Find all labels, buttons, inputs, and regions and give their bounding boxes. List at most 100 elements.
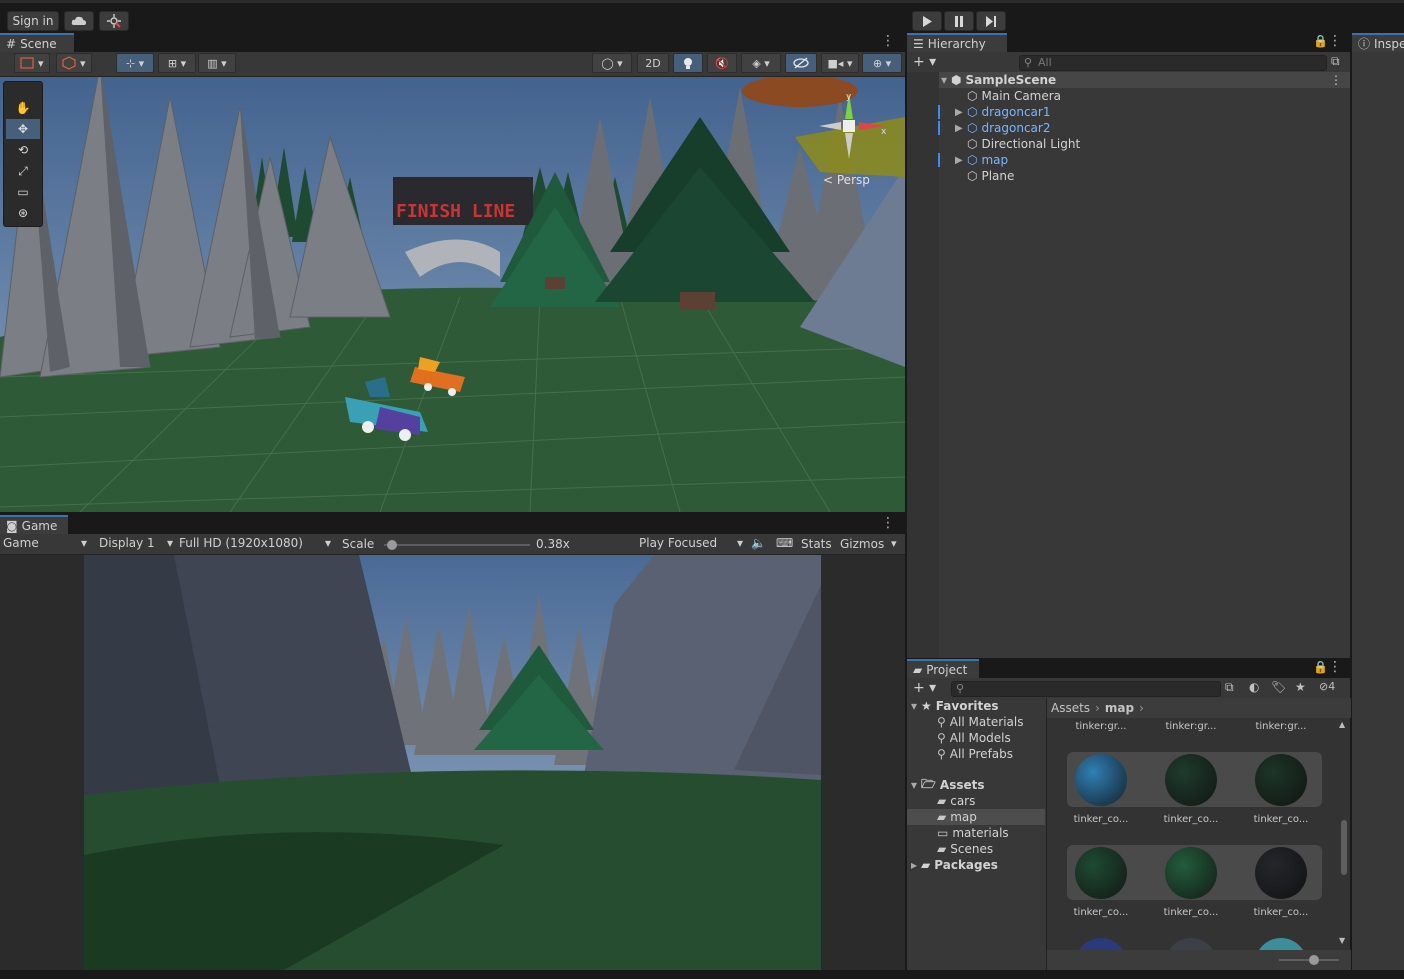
game-view-select[interactable]: Game ▾ bbox=[3, 536, 87, 553]
gizmos-dropdown[interactable]: ⊕ ▾ bbox=[862, 53, 902, 73]
scene-row-menu[interactable]: ⋮ bbox=[1330, 73, 1342, 87]
favorite-item[interactable]: ⚲ All Prefabs bbox=[937, 746, 1013, 762]
scene-row[interactable]: ▾ ⬢ SampleScene ⋮ bbox=[939, 72, 1350, 88]
project-menu-button[interactable]: ⋮ bbox=[1328, 659, 1342, 675]
cloud-icon[interactable] bbox=[64, 11, 94, 31]
asset-caption[interactable]: tinker_co... bbox=[1151, 907, 1231, 918]
assets-node[interactable]: ▾ 🗁 Assets bbox=[911, 777, 985, 793]
scroll-down-icon[interactable]: ▼ bbox=[1339, 936, 1345, 945]
folder-item[interactable]: ▰ cars bbox=[907, 793, 1045, 809]
search-by-type-icon[interactable]: ◐ bbox=[1249, 680, 1259, 694]
increment-snap-dropdown[interactable]: ▥ ▾ bbox=[198, 53, 236, 73]
hierarchy-item[interactable]: ⬡ Main Camera bbox=[939, 88, 1350, 104]
favorites-node[interactable]: ▾ ★ Favorites bbox=[911, 698, 999, 714]
asset-caption[interactable]: tinker_co... bbox=[1241, 814, 1321, 825]
hierarchy-item[interactable]: ▶ ⬡ dragoncar1 bbox=[939, 104, 1350, 120]
hierarchy-item[interactable]: ⬡ Directional Light bbox=[939, 136, 1350, 152]
scroll-thumb[interactable] bbox=[1341, 820, 1347, 875]
asset-caption[interactable]: tinker_co... bbox=[1241, 907, 1321, 918]
persp-label[interactable]: < Persp bbox=[823, 173, 870, 187]
asset-caption[interactable]: tinker_co... bbox=[1061, 907, 1141, 918]
scene-visibility-icon[interactable] bbox=[785, 53, 817, 73]
tab-game[interactable]: ◙ Game bbox=[0, 515, 68, 534]
folder-item[interactable]: ▰ Scenes bbox=[907, 841, 1045, 857]
folder-item[interactable]: ▭ materials bbox=[907, 825, 1045, 841]
scroll-up-icon[interactable]: ▲ bbox=[1339, 720, 1345, 729]
packages-node[interactable]: ▸ ▰ Packages bbox=[911, 857, 998, 873]
play-mode-select[interactable]: Play Focused ▾ bbox=[639, 536, 743, 553]
material-thumbnail[interactable] bbox=[1075, 754, 1127, 806]
rotate-tool-icon[interactable]: ⟲ bbox=[6, 140, 40, 160]
folder-item[interactable]: ▰ map bbox=[907, 809, 1045, 825]
mute-audio-icon[interactable]: 🔈 bbox=[751, 536, 766, 550]
keyboard-shortcuts-icon[interactable]: ⌨ bbox=[776, 536, 793, 550]
grid-snap-dropdown[interactable]: ⊞ ▾ bbox=[158, 53, 196, 73]
breadcrumb-assets[interactable]: Assets bbox=[1051, 701, 1090, 715]
audio-toggle-icon[interactable]: 🔇 bbox=[707, 53, 737, 73]
step-button[interactable] bbox=[976, 11, 1006, 31]
favorite-item[interactable]: ⚲ All Models bbox=[937, 730, 1011, 746]
hidden-packages-toggle[interactable]: ⊘4 bbox=[1319, 680, 1335, 693]
display-select[interactable]: Display 1 ▾ bbox=[99, 536, 173, 553]
global-handle-dropdown[interactable]: ⊹ ▾ bbox=[116, 53, 154, 73]
sign-in-button[interactable]: Sign in bbox=[7, 11, 59, 31]
project-search-input[interactable]: ⚲ bbox=[951, 681, 1221, 697]
tab-hierarchy[interactable]: ☰ Hierarchy bbox=[907, 33, 1007, 52]
render-mode-dropdown[interactable]: ◯ ▾ bbox=[592, 53, 632, 73]
thumbnail-size-slider[interactable] bbox=[1279, 955, 1339, 965]
scale-tool-icon[interactable]: ⤢ bbox=[6, 161, 40, 181]
shading-dropdown[interactable]: ▾ bbox=[56, 53, 92, 73]
scale-slider[interactable] bbox=[384, 540, 530, 550]
favorite-item[interactable]: ⚲ All Materials bbox=[937, 714, 1024, 730]
asset-caption[interactable]: tinker:gr... bbox=[1151, 721, 1231, 732]
chevron-right-icon[interactable]: ▶ bbox=[955, 107, 965, 118]
lighting-toggle-icon[interactable] bbox=[673, 53, 703, 73]
transform-tool-icon[interactable]: ⊛ bbox=[6, 203, 40, 223]
tab-inspector[interactable]: ⓘ Inspe bbox=[1352, 33, 1404, 52]
gizmos-dropdown-arrow[interactable]: ▾ bbox=[891, 537, 897, 550]
material-thumbnail[interactable] bbox=[1165, 847, 1217, 899]
play-button[interactable] bbox=[912, 11, 942, 31]
search-by-scene-icon[interactable]: ⧉ bbox=[1225, 680, 1234, 695]
scale-slider-thumb[interactable] bbox=[386, 540, 397, 550]
thumbnail-size-thumb[interactable] bbox=[1309, 955, 1319, 965]
hand-tool-icon[interactable]: ✋ bbox=[6, 98, 40, 118]
effects-dropdown[interactable]: ◈ ▾ bbox=[741, 53, 781, 73]
chevron-right-icon[interactable]: ▶ bbox=[955, 123, 965, 134]
project-add-button[interactable]: + ▾ bbox=[913, 680, 936, 696]
tab-project[interactable]: ▰ Project bbox=[907, 659, 979, 678]
material-thumbnail[interactable] bbox=[1165, 754, 1217, 806]
orientation-gizmo[interactable]: y x < Persp bbox=[815, 89, 895, 199]
add-object-button[interactable]: + ▾ bbox=[913, 54, 936, 70]
camera-dropdown[interactable]: ■◂ ▾ bbox=[821, 53, 859, 73]
breadcrumb-map[interactable]: map bbox=[1105, 701, 1134, 715]
search-by-label-icon[interactable]: 🏷 bbox=[1271, 680, 1286, 694]
hierarchy-search-input[interactable]: ⚲ All bbox=[1019, 55, 1327, 71]
scene-search-icon[interactable]: ⧉ bbox=[1331, 54, 1340, 69]
resolution-select[interactable]: Full HD (1920x1080) ▾ bbox=[179, 536, 331, 553]
lock-icon[interactable]: 🔒 bbox=[1313, 34, 1328, 48]
hierarchy-item[interactable]: ▶ ⬡ map bbox=[939, 152, 1350, 168]
asset-caption[interactable]: tinker:gr... bbox=[1241, 721, 1321, 732]
pause-button[interactable] bbox=[944, 11, 974, 31]
project-lock-icon[interactable]: 🔒 bbox=[1313, 660, 1328, 674]
2d-toggle[interactable]: 2D bbox=[637, 53, 669, 73]
scene-viewport[interactable]: FINISH LINE ✋ ✥ ⟲ ⤢ ▭ ⊛ y x < Persp bbox=[0, 77, 905, 512]
hierarchy-item[interactable]: ⬡ Plane bbox=[939, 168, 1350, 184]
material-thumbnail[interactable] bbox=[1075, 847, 1127, 899]
rect-tool-icon[interactable]: ▭ bbox=[6, 182, 40, 202]
scene-menu-button[interactable]: ⋮ bbox=[881, 33, 895, 49]
gizmos-toggle[interactable]: Gizmos bbox=[840, 537, 884, 551]
project-scrollbar[interactable]: ▲ ▼ bbox=[1339, 720, 1349, 948]
asset-caption[interactable]: tinker:gr... bbox=[1061, 721, 1141, 732]
game-menu-button[interactable]: ⋮ bbox=[881, 515, 895, 531]
hierarchy-menu-button[interactable]: ⋮ bbox=[1328, 33, 1342, 49]
chevron-right-icon[interactable]: ▶ bbox=[955, 155, 965, 166]
material-thumbnail[interactable] bbox=[1255, 847, 1307, 899]
tab-scene[interactable]: # Scene bbox=[0, 33, 74, 52]
stats-toggle[interactable]: Stats bbox=[801, 537, 832, 551]
favorite-star-icon[interactable]: ★ bbox=[1295, 680, 1306, 694]
hierarchy-item[interactable]: ▶ ⬡ dragoncar2 bbox=[939, 120, 1350, 136]
game-viewport[interactable] bbox=[0, 555, 905, 970]
asset-caption[interactable]: tinker_co... bbox=[1061, 814, 1141, 825]
